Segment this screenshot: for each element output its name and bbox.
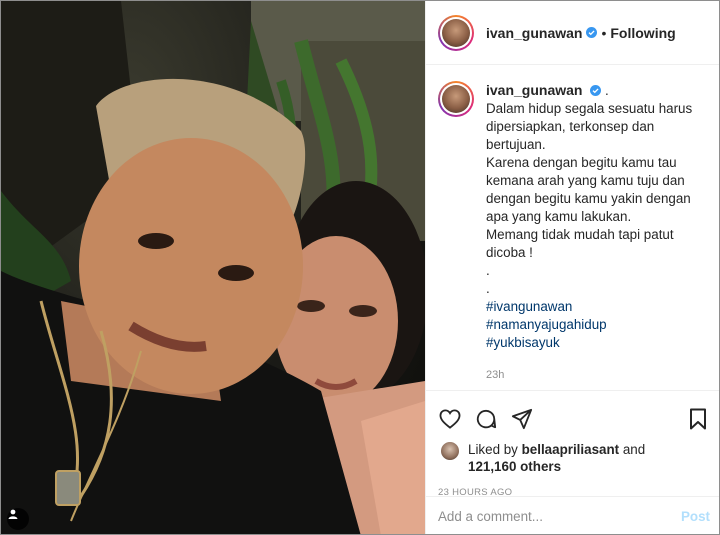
instagram-post-modal: ivan_gunawan • Following ivan_gunawan . … xyxy=(0,0,720,535)
likes-count[interactable]: 121,160 others xyxy=(468,459,561,474)
post-actions: Liked by bellaapriliasant and 121,160 ot… xyxy=(426,390,719,498)
hashtag-link[interactable]: #yukbisayuk xyxy=(486,334,706,352)
author-username[interactable]: ivan_gunawan xyxy=(486,25,582,41)
caption-line: . xyxy=(486,281,490,296)
caption-line: Memang tidak mudah tapi patut dicoba ! xyxy=(486,227,674,260)
likes-prefix: Liked by xyxy=(468,442,518,457)
action-icons-row xyxy=(438,399,710,439)
likes-and: and xyxy=(622,442,646,457)
post-details-panel: ivan_gunawan • Following ivan_gunawan . … xyxy=(425,1,719,534)
comment-input[interactable] xyxy=(438,509,681,524)
following-button[interactable]: Following xyxy=(610,25,675,41)
photo-illustration xyxy=(1,1,425,534)
verified-badge-icon xyxy=(590,85,602,96)
hashtag-link[interactable]: #ivangunawan xyxy=(486,298,706,316)
heart-icon[interactable] xyxy=(438,407,462,431)
caption-age[interactable]: 23h xyxy=(486,366,706,384)
post-photo[interactable] xyxy=(1,1,425,534)
likes-summary: Liked by bellaapriliasant and 121,160 ot… xyxy=(438,441,710,475)
bookmark-icon[interactable] xyxy=(686,407,710,431)
liker-username[interactable]: bellaapriliasant xyxy=(522,442,620,457)
add-comment-bar: Post xyxy=(426,496,719,534)
hashtag-link[interactable]: #namanyajugahidup xyxy=(486,316,706,334)
separator-dot: • xyxy=(601,24,607,41)
caption: ivan_gunawan . Dalam hidup segala sesuat… xyxy=(438,81,710,384)
caption-line: Dalam hidup segala sesuatu harus dipersi… xyxy=(486,101,693,152)
post-comment-button[interactable]: Post xyxy=(681,509,710,524)
liker-avatar[interactable] xyxy=(440,441,460,461)
comment-icon[interactable] xyxy=(474,407,498,431)
caption-avatar[interactable] xyxy=(438,81,474,117)
caption-line: . xyxy=(486,263,490,278)
post-header: ivan_gunawan • Following xyxy=(426,1,719,65)
caption-suffix: . xyxy=(604,83,609,98)
author-avatar[interactable] xyxy=(438,14,474,51)
verified-badge-icon xyxy=(586,27,598,38)
comments-section: ivan_gunawan . Dalam hidup segala sesuat… xyxy=(426,65,719,390)
caption-line: Karena dengan begitu kamu tau kemana ara… xyxy=(486,155,691,224)
share-icon[interactable] xyxy=(510,407,534,431)
caption-text: Dalam hidup segala sesuatu harus dipersi… xyxy=(486,100,706,352)
user-tag-icon[interactable] xyxy=(7,508,29,530)
caption-username[interactable]: ivan_gunawan xyxy=(486,82,582,98)
